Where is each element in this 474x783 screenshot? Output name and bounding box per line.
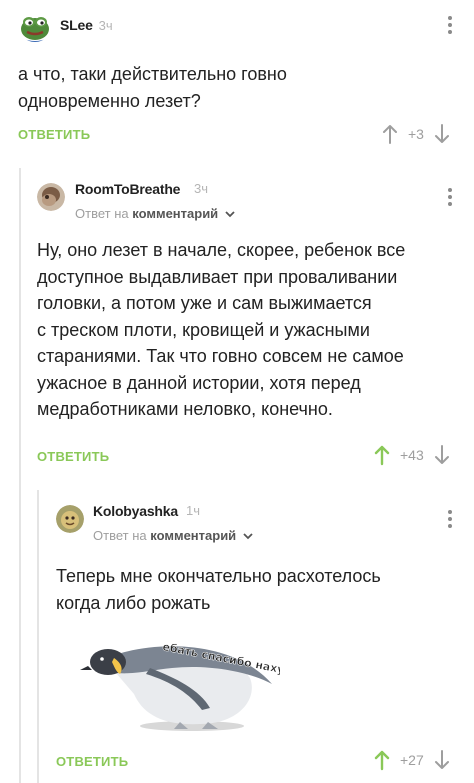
comment-actions: ОТВЕТИТЬ +43 xyxy=(0,444,474,468)
comment-actions: ОТВЕТИТЬ +27 xyxy=(0,749,474,773)
vote-controls: +3 xyxy=(382,123,450,145)
comment-text-line: а что, таки действительно говно xyxy=(18,64,287,84)
username[interactable]: RoomToBreathe xyxy=(75,181,180,197)
chevron-down-icon xyxy=(243,533,253,540)
comment-text-line: головки, а потом уже и сам выжимается xyxy=(37,293,372,313)
user-avatar[interactable] xyxy=(56,505,84,533)
arrow-up-icon[interactable] xyxy=(382,123,398,145)
comment-header xyxy=(37,183,65,211)
vote-controls: +27 xyxy=(374,749,450,771)
arrow-down-icon[interactable] xyxy=(434,444,450,466)
reply-button[interactable]: ОТВЕТИТЬ xyxy=(56,754,128,769)
reply-to-target: комментарий xyxy=(132,206,219,221)
arrow-down-icon[interactable] xyxy=(434,749,450,771)
pepe-avatar[interactable] xyxy=(18,8,52,42)
thread-line[interactable] xyxy=(19,168,21,783)
comment-text-line: с треском плоти, кровищей и ужасными xyxy=(37,319,370,340)
comment-text-line: когда либо рожать xyxy=(56,592,211,613)
reply-to-target: комментарий xyxy=(150,528,237,543)
timestamp: 1ч xyxy=(186,503,201,518)
timestamp: 3ч xyxy=(194,181,209,196)
reply-to-link[interactable]: Ответ на комментарий xyxy=(75,206,235,221)
comment-text: а что, таки действительно говно одноврем… xyxy=(18,61,458,114)
kebab-menu-icon[interactable] xyxy=(442,508,458,530)
comment-text: Теперь мне окончательно расхотелось когд… xyxy=(56,563,461,616)
penguin-sticker[interactable]: ебать спасибо нахуй xyxy=(80,628,293,732)
rating: +43 xyxy=(400,447,424,463)
comment-text-line: ужасное в данной истории, хотя перед xyxy=(37,372,361,393)
comment-text: Ну, оно лезет в начале, скорее, ребенок … xyxy=(37,237,467,423)
rating: +3 xyxy=(408,126,424,142)
comment-header xyxy=(56,505,84,533)
comment-text-line: медработниками неловко, конечно. xyxy=(37,399,333,419)
chevron-down-icon xyxy=(225,211,235,218)
thread-line[interactable] xyxy=(37,490,39,783)
comment-text-line: доступное выдавливает при проваливании xyxy=(37,266,398,287)
comment-actions: ОТВЕТИТЬ +3 xyxy=(0,123,474,147)
comment-text-line: стараниями. Так что говно совсем не само… xyxy=(37,346,404,366)
reply-to-link[interactable]: Ответ на комментарий xyxy=(93,528,253,543)
arrow-up-icon[interactable] xyxy=(374,444,390,466)
arrow-up-icon[interactable] xyxy=(374,749,390,771)
reply-button[interactable]: ОТВЕТИТЬ xyxy=(18,127,90,142)
username[interactable]: Kolobyashka xyxy=(93,503,178,519)
arrow-down-icon[interactable] xyxy=(434,123,450,145)
comment-text-line: Ну, оно лезет в начале, скорее, ребенок … xyxy=(37,240,406,260)
reply-to-prefix: Ответ на xyxy=(75,206,129,221)
username[interactable]: SLee xyxy=(60,17,93,33)
comment-text-line: Теперь мне окончательно расхотелось xyxy=(56,566,381,586)
vote-controls: +43 xyxy=(374,444,450,466)
rating: +27 xyxy=(400,752,424,768)
reply-to-prefix: Ответ на xyxy=(93,528,147,543)
timestamp: 3ч xyxy=(98,17,113,33)
comment-text-line: одновременно лезет? xyxy=(18,90,201,111)
comment-header: SLee 3ч xyxy=(18,8,113,42)
user-avatar[interactable] xyxy=(37,183,65,211)
kebab-menu-icon[interactable] xyxy=(442,186,458,208)
kebab-menu-icon[interactable] xyxy=(442,14,458,36)
reply-button[interactable]: ОТВЕТИТЬ xyxy=(37,449,109,464)
